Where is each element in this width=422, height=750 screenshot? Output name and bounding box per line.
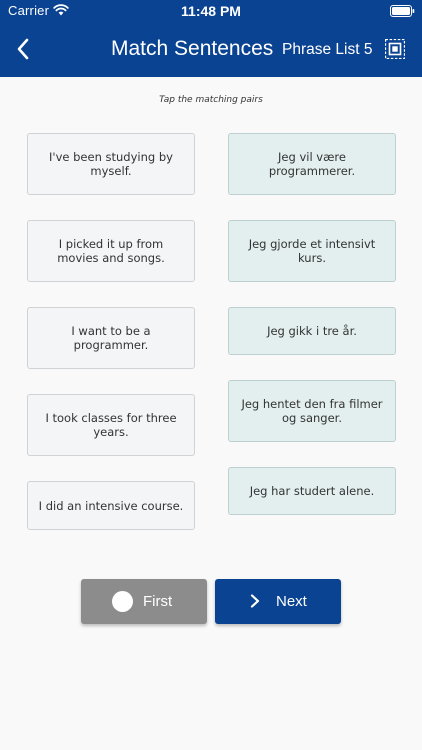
first-button-label: First [143, 593, 173, 610]
norwegian-card[interactable]: Jeg har studert alene. [228, 467, 396, 515]
battery-icon [390, 5, 415, 17]
chevron-right-icon [250, 594, 260, 608]
back-button[interactable] [8, 32, 38, 66]
app-screen: Carrier 11:48 PM Match Sentences Phrase … [0, 0, 422, 750]
english-card[interactable]: I want to be a programmer. [27, 307, 195, 369]
english-card[interactable]: I did an intensive course. [27, 481, 195, 530]
first-button[interactable]: First [81, 579, 207, 624]
chevron-left-icon [17, 38, 29, 60]
next-button[interactable]: Next [215, 579, 341, 624]
status-time: 11:48 PM [181, 3, 241, 19]
norwegian-card[interactable]: Jeg gjorde et intensivt kurs. [228, 220, 396, 282]
english-card[interactable]: I picked it up from movies and songs. [27, 220, 195, 282]
header: Carrier 11:48 PM Match Sentences Phrase … [0, 0, 422, 77]
status-bar: Carrier 11:48 PM [0, 0, 422, 22]
phrase-list-label: Phrase List 5 [282, 41, 373, 58]
circle-icon [112, 591, 133, 612]
norwegian-card[interactable]: Jeg hentet den fra filmer og sanger. [228, 380, 396, 442]
english-card[interactable]: I've been studying by myself. [27, 133, 195, 195]
english-card[interactable]: I took classes for three years. [27, 394, 195, 456]
norwegian-card[interactable]: Jeg gikk i tre år. [228, 307, 396, 355]
instruction-text: Tap the matching pairs [159, 95, 263, 105]
grid-select-icon [385, 39, 405, 59]
norwegian-card[interactable]: Jeg vil være programmerer. [228, 133, 396, 195]
page-title: Match Sentences [111, 37, 274, 60]
nav-bar: Match Sentences Phrase List 5 [0, 22, 422, 77]
grid-select-button[interactable] [383, 37, 407, 61]
next-button-label: Next [276, 593, 307, 610]
